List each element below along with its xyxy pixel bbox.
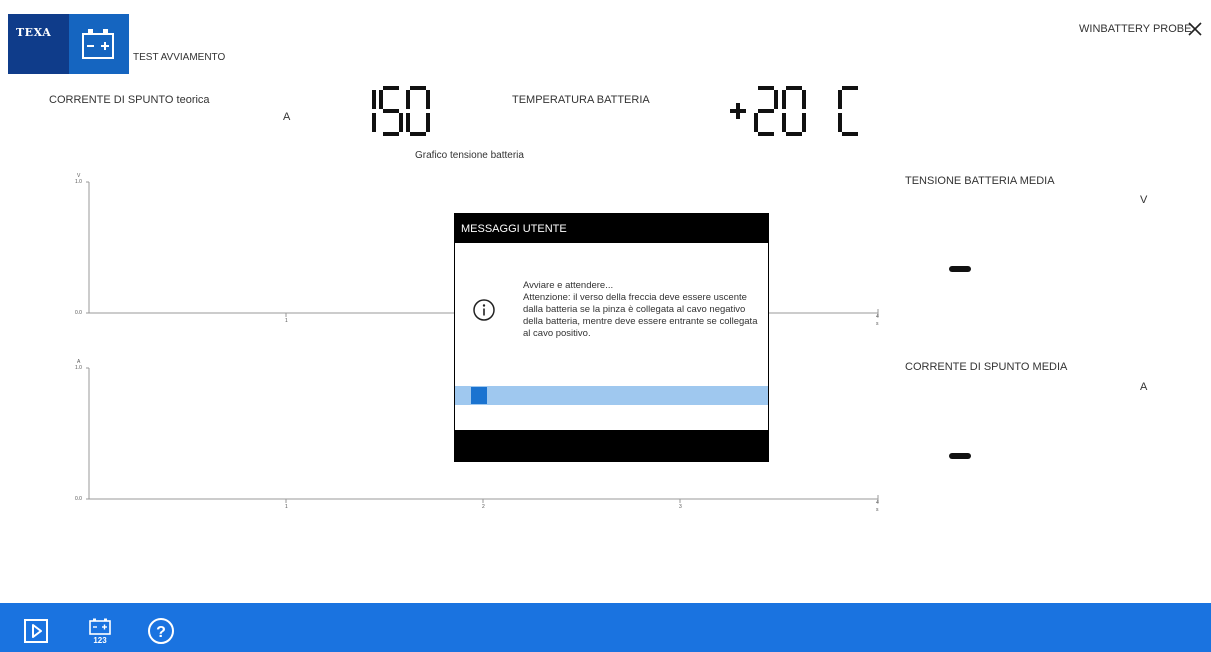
battery-sub-label: 123	[93, 636, 107, 645]
battery-temperature-label: TEMPERATURA BATTERIA	[512, 94, 650, 106]
current-x-tick: 3	[679, 504, 682, 510]
play-button[interactable]	[23, 617, 49, 645]
cranking-current-unit: A	[283, 111, 291, 123]
battery-123-icon: 123	[89, 618, 111, 645]
close-icon[interactable]	[1187, 21, 1203, 37]
current-x-tick: 4	[876, 500, 879, 506]
current-y-bottom: 0.0	[75, 496, 82, 502]
voltage-chart-title: Grafico tensione batteria	[415, 150, 524, 161]
current-x-unit: s	[876, 507, 879, 513]
device-name: WINBATTERY PROBE	[1079, 23, 1192, 35]
battery-temperature-display	[726, 86, 876, 138]
cranking-current-label: CORRENTE DI SPUNTO teorica	[49, 94, 210, 106]
battery-module-icon	[69, 14, 129, 74]
play-icon	[24, 619, 48, 643]
dialog-message-line: Attenzione: il verso della freccia deve …	[523, 292, 758, 339]
display-digit	[730, 103, 746, 119]
voltage-x-tick: 4	[876, 314, 879, 320]
display-digit	[379, 86, 403, 136]
voltage-y-top: 1.0	[75, 179, 82, 185]
voltage-y-bottom: 0.0	[75, 310, 82, 316]
display-digit	[406, 86, 430, 136]
avg-current-value-dash	[949, 453, 971, 459]
help-button[interactable]: ?	[147, 617, 175, 645]
dialog-message: Avviare e attendere... Attenzione: il ve…	[523, 280, 763, 340]
cranking-current-display	[352, 86, 436, 138]
current-x-tick: 1	[285, 504, 288, 510]
dialog-message-line: Avviare e attendere...	[523, 280, 614, 291]
help-icon: ?	[148, 618, 174, 644]
avg-voltage-unit: V	[1140, 194, 1148, 206]
dialog-footer	[455, 430, 768, 461]
module-title: TEST AVVIAMENTO	[133, 52, 226, 63]
progress-bar-fill	[471, 387, 487, 404]
display-digit	[754, 86, 778, 136]
voltage-x-tick: 1	[285, 318, 288, 324]
avg-voltage-value-dash	[949, 266, 971, 272]
texa-logo: TEXA	[8, 14, 129, 74]
dialog-title: MESSAGGI UTENTE	[461, 223, 567, 235]
avg-current-label: CORRENTE DI SPUNTO MEDIA	[905, 361, 1068, 373]
display-digit	[782, 86, 806, 136]
display-digit	[838, 86, 858, 136]
avg-voltage-label: TENSIONE BATTERIA MEDIA	[905, 175, 1055, 187]
current-x-tick: 2	[482, 504, 485, 510]
info-icon	[472, 298, 496, 322]
help-symbol: ?	[156, 624, 166, 641]
current-y-top: 1.0	[75, 365, 82, 371]
battery-test-button[interactable]: 123	[87, 617, 113, 645]
brand-text: TEXA	[16, 26, 52, 39]
brand-block: TEXA	[8, 14, 69, 74]
user-messages-dialog: MESSAGGI UTENTE Avviare e attendere... A…	[454, 213, 769, 462]
dialog-header: MESSAGGI UTENTE	[455, 214, 768, 243]
bottom-toolbar: 123 ?	[0, 603, 1211, 652]
voltage-x-unit: s	[876, 321, 879, 327]
progress-bar	[455, 386, 768, 405]
avg-current-unit: A	[1140, 381, 1148, 393]
